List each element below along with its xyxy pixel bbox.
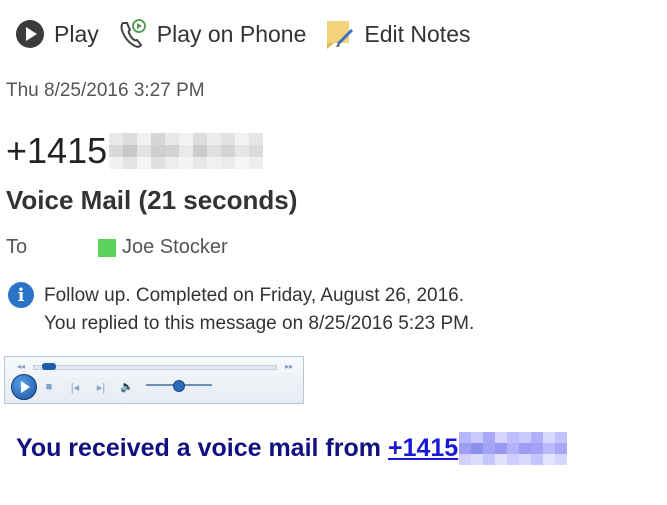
caller-number-link[interactable]: +1415 — [388, 434, 458, 463]
to-row: To Joe Stocker — [6, 236, 228, 259]
sender-number-prefix: +1415 — [6, 130, 108, 171]
volume-icon[interactable]: 🔈 — [120, 380, 134, 393]
edit-notes-label: Edit Notes — [364, 20, 471, 47]
edit-notes-icon — [324, 18, 356, 50]
play-on-phone-button[interactable]: Play on Phone — [117, 18, 307, 50]
toolbar: Play Play on Phone Edit Notes — [14, 14, 488, 54]
presence-indicator — [98, 238, 116, 257]
info-icon: i — [8, 282, 34, 308]
play-on-phone-label: Play on Phone — [156, 20, 307, 47]
play-button[interactable]: Play — [14, 18, 99, 50]
fast-forward-arrows-icon: ▸▸ — [284, 362, 293, 371]
follow-up-text: Follow up. Completed on Friday, August 2… — [44, 285, 465, 306]
previous-button[interactable]: |◂ — [69, 381, 81, 394]
next-button[interactable]: ▸| — [95, 381, 107, 394]
rewind-arrows-icon: ◂◂ — [17, 362, 26, 371]
media-player: ◂◂ ▸▸ ■ |◂ ▸| 🔈 — [4, 356, 304, 404]
sender-number[interactable]: +1415 — [6, 130, 264, 172]
volume-thumb[interactable] — [173, 380, 185, 392]
play-icon — [14, 18, 46, 50]
edit-notes-button[interactable]: Edit Notes — [324, 18, 470, 50]
caller-number-prefix: +1415 — [387, 434, 459, 462]
voicemail-body: You received a voice mail from +1415 — [16, 432, 568, 465]
seek-thumb[interactable] — [41, 363, 56, 370]
message-subject: Voice Mail (21 seconds) — [6, 185, 298, 215]
message-date: Thu 8/25/2016 3:27 PM — [6, 80, 205, 101]
phone-icon — [117, 18, 149, 50]
redacted-number — [109, 133, 264, 169]
player-play-button[interactable] — [11, 374, 37, 400]
recipient-name[interactable]: Joe Stocker — [122, 236, 228, 259]
play-label: Play — [54, 20, 99, 47]
redacted-caller-number — [459, 432, 568, 465]
to-label: To — [6, 236, 28, 258]
replied-text: You replied to this message on 8/25/2016… — [44, 313, 475, 334]
seek-bar[interactable]: ◂◂ ▸▸ — [17, 362, 293, 371]
stop-button[interactable]: ■ — [43, 381, 55, 393]
info-bar: i Follow up. Completed on Friday, August… — [8, 282, 474, 338]
received-text: You received a voice mail from — [16, 434, 381, 462]
